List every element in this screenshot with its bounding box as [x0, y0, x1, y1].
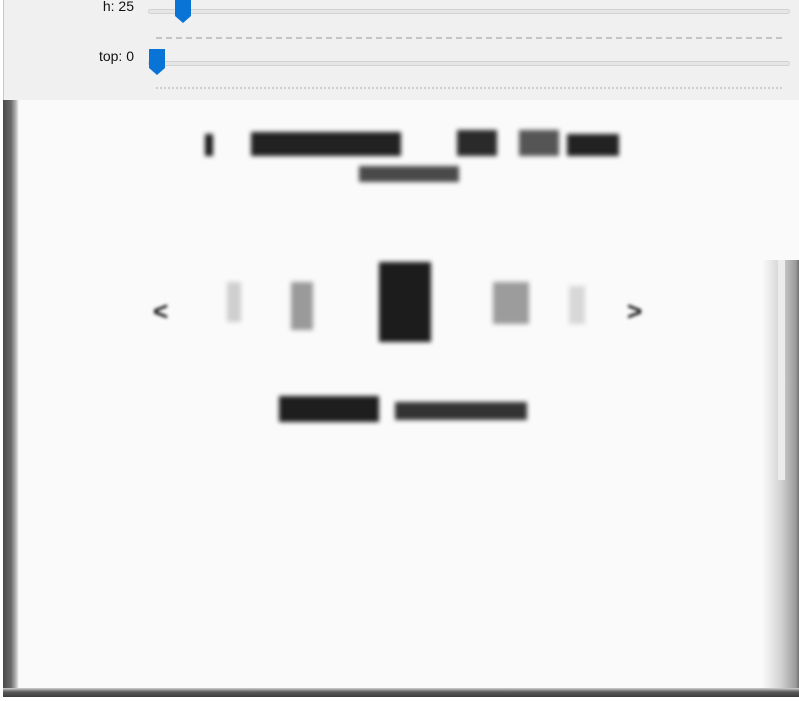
- h-slider-track[interactable]: [148, 9, 790, 14]
- blurred-page-item: [227, 282, 241, 322]
- top-slider-track[interactable]: [148, 61, 790, 66]
- viewer-scrollbar[interactable]: [762, 260, 799, 697]
- top-slider-label: top: 0: [98, 48, 134, 64]
- image-viewer: < >: [0, 100, 799, 701]
- next-arrow-icon[interactable]: >: [627, 298, 642, 324]
- viewer-bottom-edge: [3, 688, 799, 697]
- top-slider-row: top: 0: [4, 44, 799, 89]
- blurred-caption-word: [395, 402, 527, 420]
- blurred-page-item: [291, 282, 313, 330]
- blurred-page-item: [493, 282, 529, 324]
- blurred-caption-word: [279, 396, 379, 422]
- top-slider-ticks: [156, 87, 782, 89]
- app-root: h: 25 top: 0 < >: [0, 0, 799, 701]
- viewer-frame: < >: [3, 100, 799, 697]
- blurred-heading-word: [519, 130, 559, 156]
- h-slider-label: h: 25: [102, 0, 134, 14]
- h-slider-row: h: 25: [4, 0, 799, 39]
- blurred-image-canvas: < >: [19, 100, 765, 688]
- top-slider-thumb[interactable]: [148, 48, 166, 76]
- blurred-subheading: [359, 166, 459, 182]
- blurred-heading-word: [457, 130, 497, 156]
- h-slider-thumb[interactable]: [174, 0, 192, 24]
- blurred-page-item: [569, 286, 585, 324]
- blurred-page-item-active: [379, 262, 431, 342]
- slider-controls-panel: h: 25 top: 0: [3, 0, 799, 100]
- blurred-heading-word: [251, 132, 401, 156]
- h-slider-ticks: [156, 37, 782, 39]
- prev-arrow-icon[interactable]: <: [153, 298, 168, 324]
- blurred-heading-word: [567, 134, 619, 156]
- blurred-heading-mark: [205, 134, 213, 156]
